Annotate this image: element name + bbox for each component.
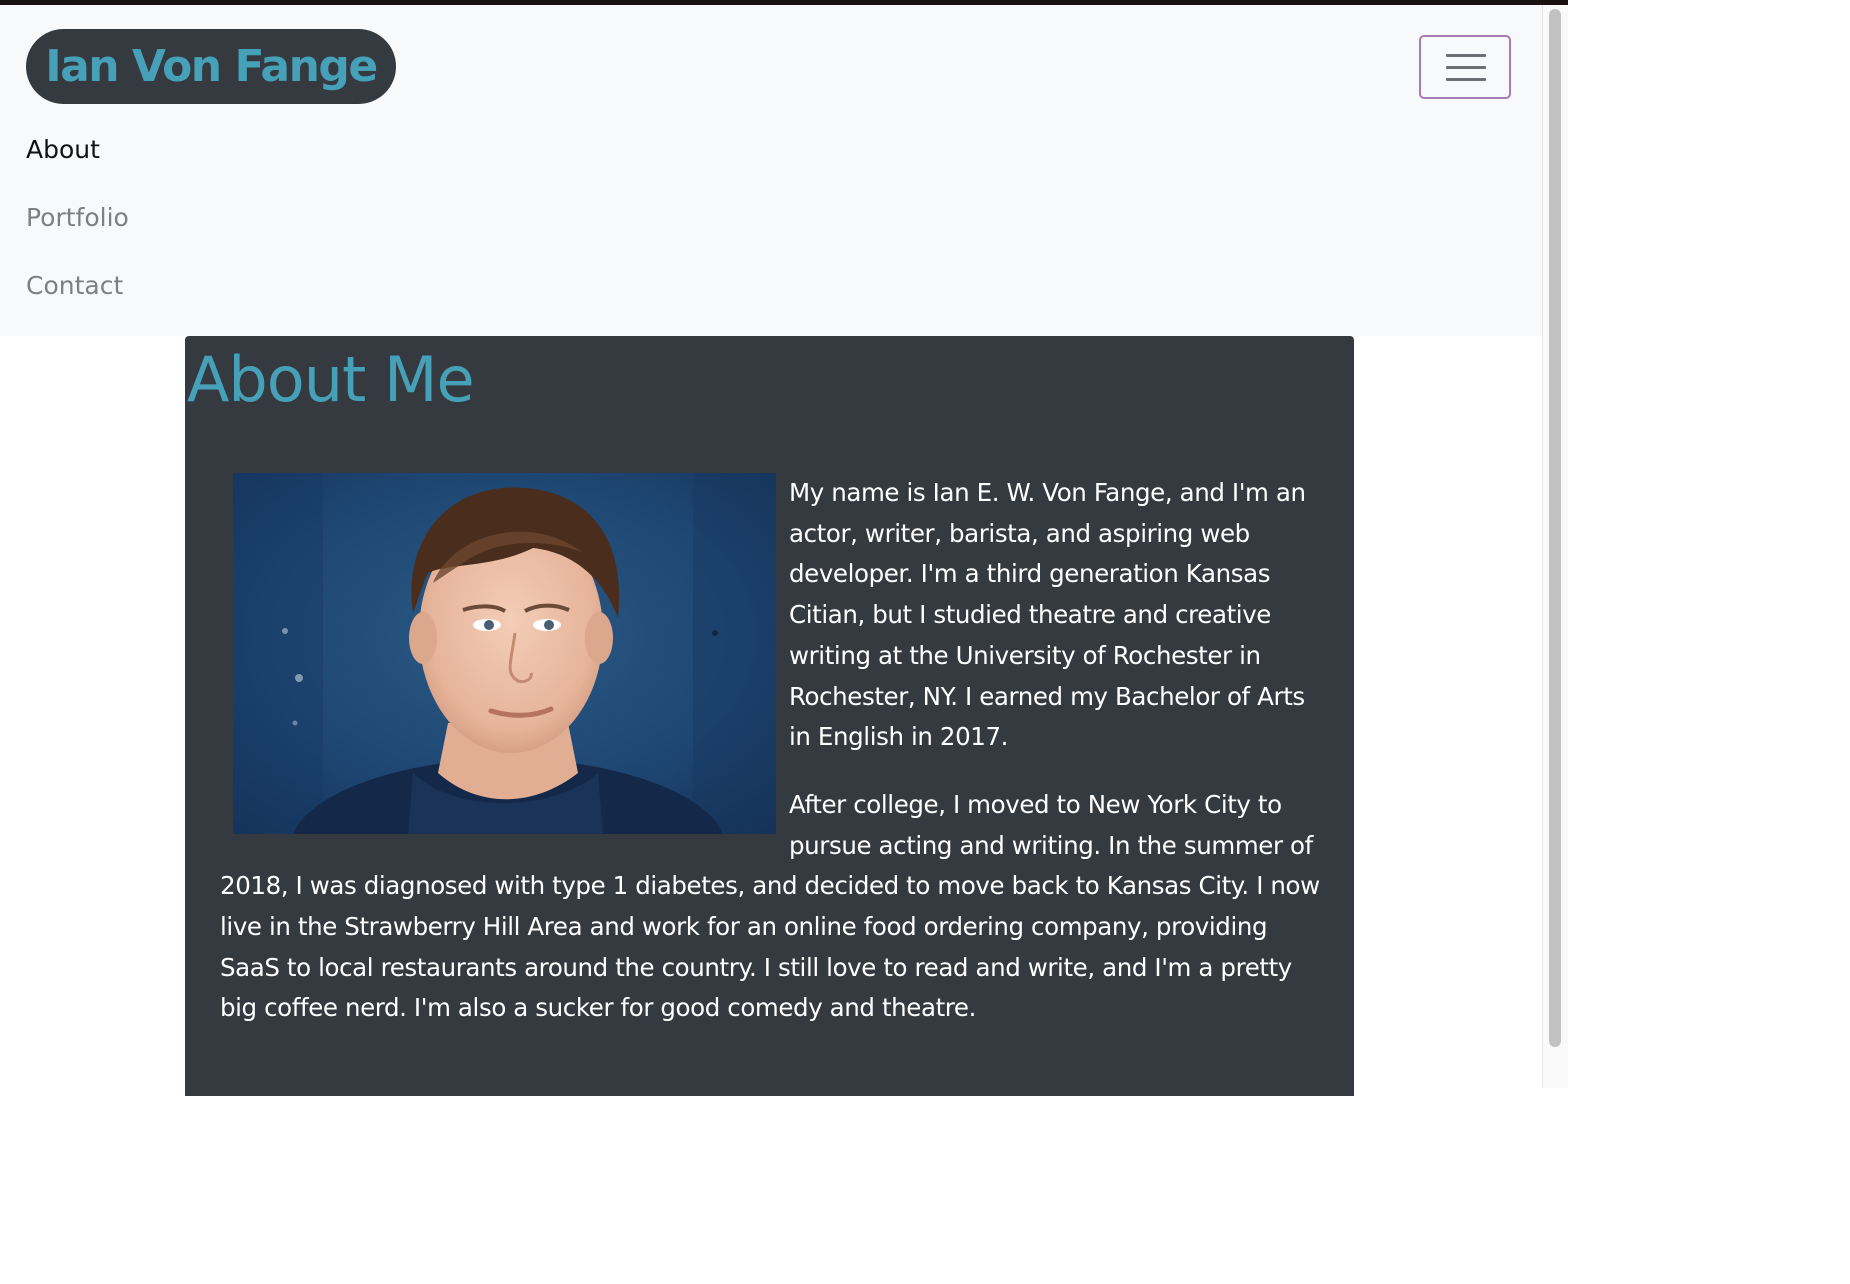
nav-link-portfolio[interactable]: Portfolio [26, 203, 129, 232]
scrollbar-thumb[interactable] [1549, 9, 1561, 1047]
navbar-toggler-button[interactable] [1419, 35, 1511, 99]
brand-logo-link[interactable]: Ian Von Fange [26, 29, 396, 104]
navbar: Ian Von Fange About Portfolio Contact [0, 5, 1542, 336]
about-card: About Me My name is Ian E. W. Von Fange,… [185, 336, 1354, 1096]
headshot-photo [233, 473, 776, 834]
page-title: About Me [187, 343, 475, 416]
page-scrollbar[interactable] [1542, 5, 1568, 1088]
nav-link-about[interactable]: About [26, 135, 100, 164]
about-text: My name is Ian E. W. Von Fange, and I'm … [220, 473, 1320, 1056]
nav-link-contact[interactable]: Contact [26, 271, 123, 300]
